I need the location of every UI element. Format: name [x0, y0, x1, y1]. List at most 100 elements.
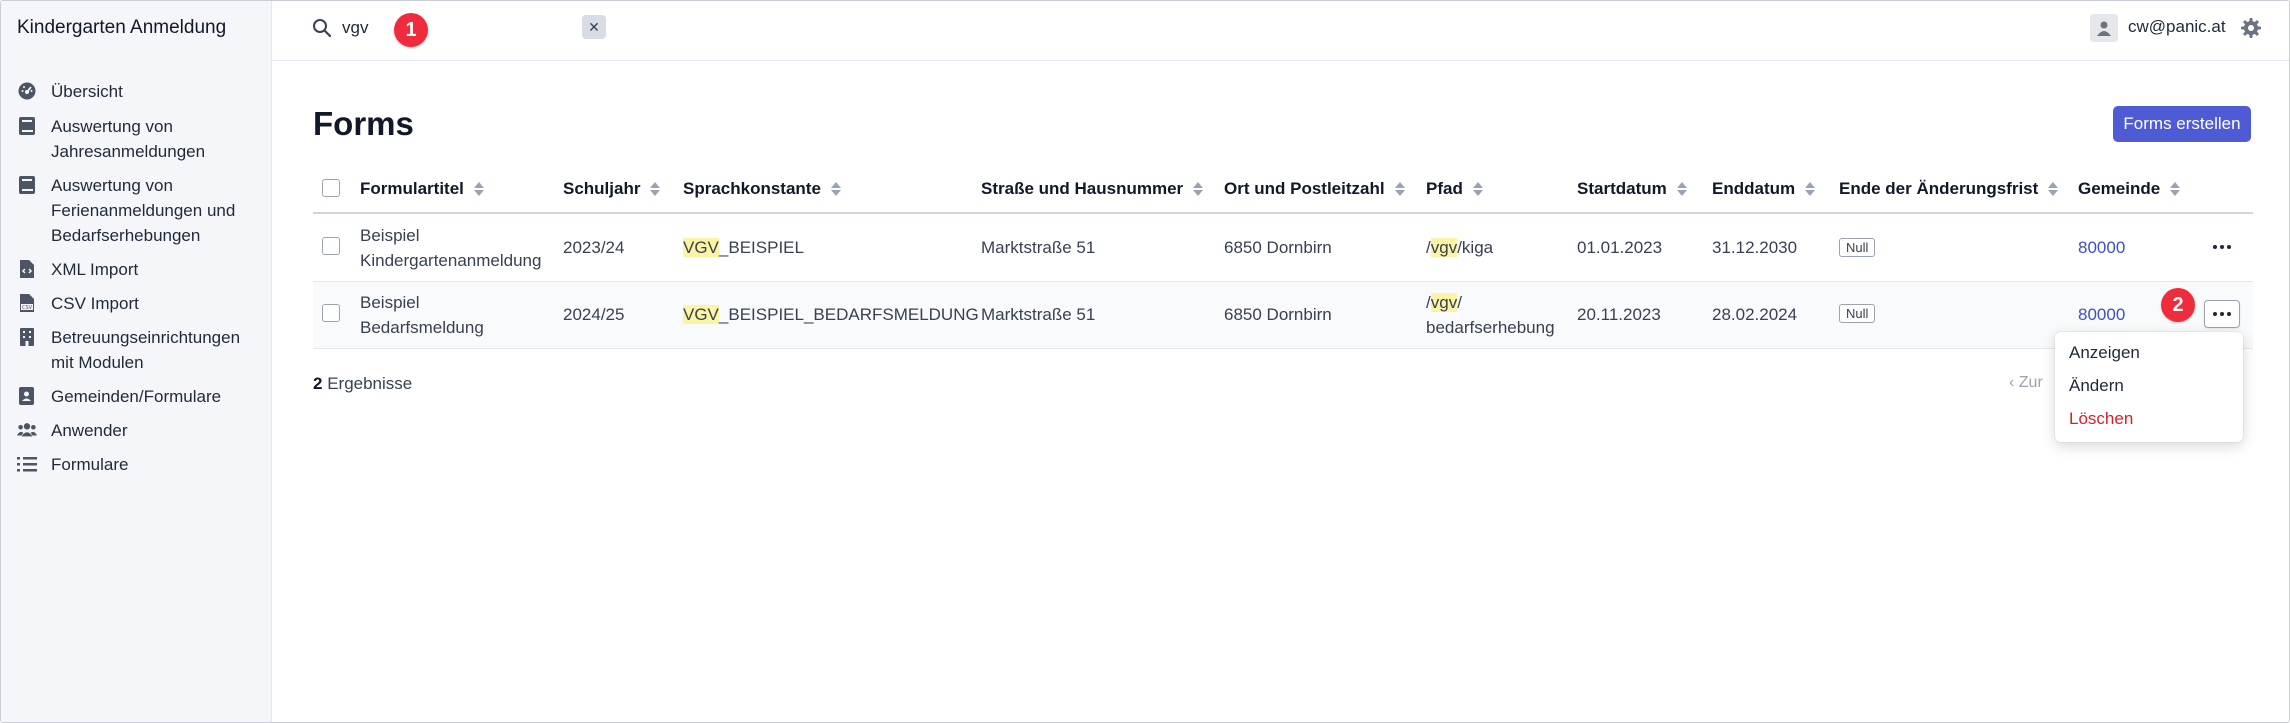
- column-header-sprachkonstante[interactable]: Sprachkonstante: [683, 179, 841, 199]
- cell-ort: 6850 Dornbirn: [1224, 305, 1332, 324]
- cell-pfad: /vgv/kiga: [1426, 238, 1494, 257]
- column-header-schuljahr[interactable]: Schuljahr: [563, 179, 661, 199]
- sidebar-item-label: Gemeinden/Formulare: [51, 387, 222, 406]
- sidebar-item-ferienanmeldungen[interactable]: Auswertung von Ferienanmeldungen und Bed…: [17, 173, 251, 248]
- sidebar-item-gemeinden-formulare[interactable]: Gemeinden/Formulare: [17, 384, 221, 409]
- sidebar-item-csv-import[interactable]: CSV CSV Import: [17, 291, 139, 316]
- sidebar-item-label: Auswertung von Jahresanmeldungen: [51, 117, 206, 161]
- sort-icon: [2170, 181, 2181, 197]
- gear-icon[interactable]: [2239, 16, 2263, 40]
- search-highlight: VGV: [683, 305, 719, 324]
- sort-icon: [1394, 181, 1405, 197]
- sidebar-item-label: Anwender: [51, 421, 128, 440]
- sidebar-item-formulare[interactable]: Formulare: [17, 452, 128, 477]
- pagination-prev[interactable]: ‹ Zur: [2009, 374, 2043, 392]
- column-header-enddatum[interactable]: Enddatum: [1712, 179, 1816, 199]
- sidebar-item-label: CSV Import: [51, 294, 139, 313]
- column-header-gemeinde[interactable]: Gemeinde: [2078, 179, 2181, 199]
- gemeinde-link[interactable]: 80000: [2078, 235, 2125, 260]
- sort-icon: [1193, 181, 1204, 197]
- gemeinde-link[interactable]: 80000: [2078, 302, 2125, 327]
- avatar[interactable]: [2090, 14, 2118, 42]
- row-checkbox[interactable]: [322, 237, 340, 255]
- row-divider: [313, 348, 2253, 349]
- menu-item-loeschen[interactable]: Löschen: [2069, 409, 2133, 429]
- sort-icon: [1472, 181, 1483, 197]
- address-book-icon: [17, 386, 37, 406]
- sidebar-item-label: Betreuungseinrichtungen mit Modulen: [51, 328, 241, 372]
- more-icon: [2213, 312, 2231, 316]
- row-actions-menu: Anzeigen Ändern Löschen: [2055, 332, 2243, 442]
- sidebar-item-xml-import[interactable]: XML Import: [17, 257, 138, 282]
- cell-schuljahr: 2024/25: [563, 305, 625, 324]
- page-title: Forms: [313, 105, 414, 142]
- cell-formulartitel: Beispiel Kindergartenanmeldung: [360, 226, 542, 270]
- list-icon: [17, 454, 37, 474]
- sort-icon: [1676, 181, 1687, 197]
- book-icon: [17, 116, 37, 136]
- file-code-icon: [17, 259, 37, 279]
- sort-icon: [650, 181, 661, 197]
- cell-enddatum: 31.12.2030: [1712, 238, 1798, 257]
- row-actions-button[interactable]: [2204, 300, 2240, 328]
- sidebar-item-betreuungseinrichtungen[interactable]: Betreuungseinrichtungen mit Modulen: [17, 325, 261, 375]
- svg-text:CSV: CSV: [22, 305, 33, 311]
- select-all-checkbox[interactable]: [322, 179, 340, 197]
- column-header-strasse[interactable]: Straße und Hausnummer: [981, 179, 1204, 199]
- cell-enddatum: 28.02.2024: [1712, 305, 1798, 324]
- building-icon: [17, 327, 37, 347]
- column-header-formulartitel[interactable]: Formulartitel: [360, 179, 484, 199]
- dashboard-icon: [17, 81, 37, 101]
- more-icon: [2213, 245, 2231, 249]
- search-icon: [312, 18, 332, 38]
- cell-ort: 6850 Dornbirn: [1224, 238, 1332, 257]
- create-form-button[interactable]: Forms erstellen: [2113, 106, 2251, 142]
- cell-strasse: Marktstraße 51: [981, 238, 1096, 257]
- file-csv-icon: CSV: [17, 293, 37, 313]
- sidebar-item-label: XML Import: [51, 260, 139, 279]
- column-header-startdatum[interactable]: Startdatum: [1577, 179, 1687, 199]
- sort-icon: [1805, 181, 1816, 197]
- column-header-pfad[interactable]: Pfad: [1426, 179, 1483, 199]
- topbar: ✕ cw@panic.at: [272, 1, 2289, 61]
- clear-search-button[interactable]: ✕: [582, 15, 606, 39]
- sort-icon: [2048, 181, 2059, 197]
- users-icon: [17, 420, 37, 440]
- cell-strasse: Marktstraße 51: [981, 305, 1096, 324]
- search-highlight: VGV: [683, 238, 719, 257]
- search-highlight: vgv: [1430, 238, 1458, 257]
- sidebar-item-jahresanmeldungen[interactable]: Auswertung von Jahresanmeldungen: [17, 114, 251, 164]
- row-checkbox[interactable]: [322, 304, 340, 322]
- sidebar: Kindergarten Anmeldung Übersicht Auswert…: [1, 1, 272, 722]
- search-highlight: vgv: [1430, 293, 1458, 312]
- cell-startdatum: 20.11.2023: [1577, 305, 1661, 324]
- results-count: 2 Ergebnisse: [313, 374, 413, 393]
- sort-icon: [473, 181, 484, 197]
- table-header-divider: [313, 212, 2253, 214]
- sidebar-item-uebersicht[interactable]: Übersicht: [17, 79, 123, 104]
- cell-startdatum: 01.01.2023: [1577, 238, 1663, 257]
- sort-icon: [830, 181, 841, 197]
- row-actions-button[interactable]: [2204, 233, 2240, 261]
- menu-item-aendern[interactable]: Ändern: [2069, 376, 2124, 396]
- null-badge: Null: [1839, 238, 1876, 257]
- cell-sprachkonstante: VGV_BEISPIEL: [683, 238, 804, 257]
- sidebar-item-label: Formulare: [51, 455, 129, 474]
- app-title: Kindergarten Anmeldung: [17, 17, 227, 38]
- menu-item-anzeigen[interactable]: Anzeigen: [2069, 343, 2140, 363]
- app-window: Kindergarten Anmeldung Übersicht Auswert…: [0, 0, 2290, 723]
- cell-formulartitel: Beispiel Bedarfsmeldung: [360, 293, 484, 337]
- cell-sprachkonstante: VGV_BEISPIEL_BEDARFSMELDUNG: [683, 305, 979, 324]
- cell-pfad: /vgv/bedarfserhebung: [1426, 293, 1555, 337]
- search-input[interactable]: [342, 13, 542, 43]
- user-email[interactable]: cw@panic.at: [2128, 17, 2226, 37]
- annotation-marker-1: 1: [394, 13, 428, 47]
- book-icon: [17, 175, 37, 195]
- null-badge: Null: [1839, 304, 1876, 323]
- column-header-aenderungsfrist[interactable]: Ende der Änderungsfrist: [1839, 179, 2059, 199]
- column-header-ort[interactable]: Ort und Postleitzahl: [1224, 179, 1405, 199]
- sidebar-item-anwender[interactable]: Anwender: [17, 418, 128, 443]
- sidebar-item-label: Auswertung von Ferienanmeldungen und Bed…: [51, 176, 236, 245]
- cell-schuljahr: 2023/24: [563, 238, 625, 257]
- sidebar-item-label: Übersicht: [51, 82, 123, 101]
